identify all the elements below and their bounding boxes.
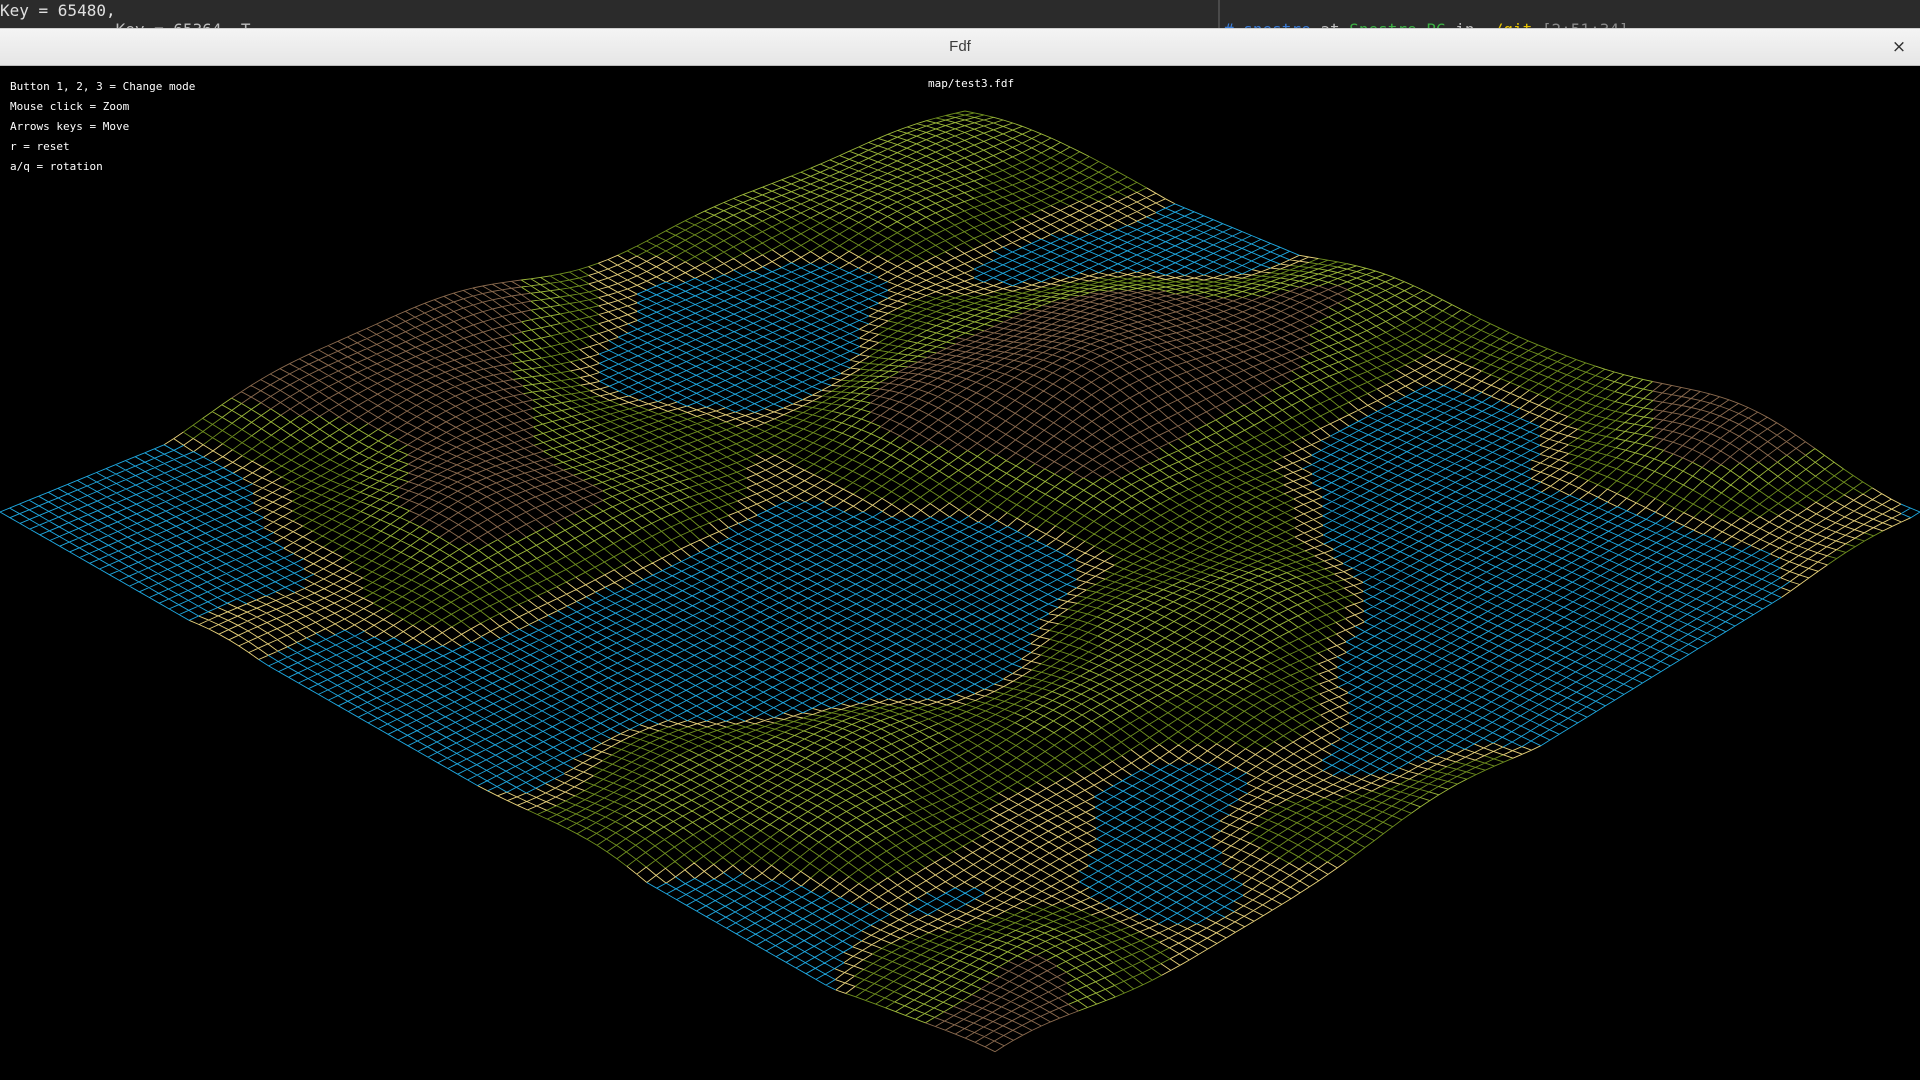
window-title: Fdf (949, 38, 971, 55)
background-terminal[interactable]: Key = 65480, Key = 65364, T # snestre at… (0, 0, 1920, 30)
render-canvas[interactable]: Button 1, 2, 3 = Change mode Mouse click… (0, 66, 1920, 1080)
close-icon[interactable]: × (1888, 36, 1910, 58)
help-line-zoom: Mouse click = Zoom (10, 100, 130, 113)
terminal-line: Key = 65480, (0, 1, 116, 20)
help-line-reset: r = reset (10, 140, 70, 153)
desktop-screen: Key = 65480, Key = 65364, T # snestre at… (0, 0, 1920, 1080)
help-overlay: Button 1, 2, 3 = Change mode Mouse click… (10, 77, 195, 177)
window-titlebar[interactable]: Fdf × (0, 29, 1920, 66)
wireframe-grass-light (202, 116, 1844, 1024)
wireframe-mountain (231, 279, 1816, 1053)
help-line-move: Arrows keys = Move (10, 120, 130, 133)
help-line-change-mode: Button 1, 2, 3 = Change mode (10, 80, 196, 93)
map-filename: map/test3.fdf (928, 77, 1015, 90)
help-line-rotation: a/q = rotation (10, 160, 103, 173)
wireframe-shore (163, 187, 1911, 994)
terminal-split-divider (1218, 0, 1220, 30)
fdf-window: Fdf × Button 1, 2, 3 = Change mode Mouse… (0, 28, 1920, 1080)
wireframe-terrain (0, 110, 1920, 1053)
